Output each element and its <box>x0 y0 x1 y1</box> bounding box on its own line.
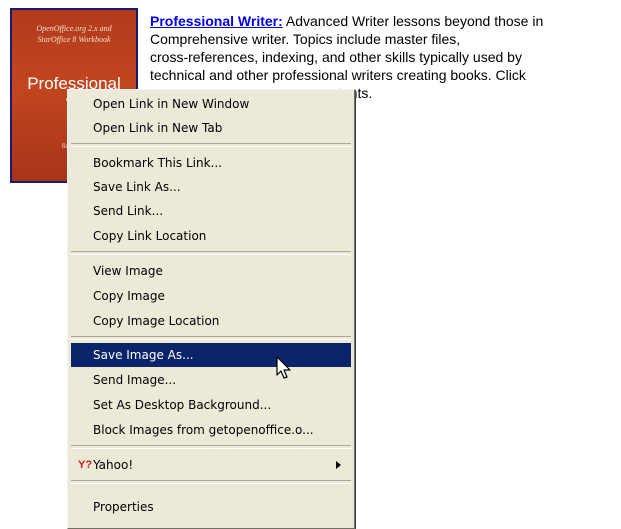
menu-separator <box>71 251 351 255</box>
menu-item-set-as-desktop-background[interactable]: Set As Desktop Background... <box>71 393 351 417</box>
menu-separator <box>71 480 351 484</box>
menu-item-yahoo[interactable]: Y? Yahoo! <box>71 453 351 477</box>
menu-item-block-images[interactable]: Block Images from getopenoffice.o... <box>71 418 351 442</box>
menu-item-copy-image-location[interactable]: Copy Image Location <box>71 309 351 333</box>
menu-item-send-image[interactable]: Send Image... <box>71 368 351 392</box>
mouse-pointer-icon <box>276 356 291 379</box>
menu-item-yahoo-label: Yahoo! <box>93 458 134 472</box>
menu-item-copy-image[interactable]: Copy Image <box>71 284 351 308</box>
menu-separator <box>71 143 351 147</box>
menu-separator <box>71 336 351 340</box>
menu-item-view-image[interactable]: View Image <box>71 259 351 283</box>
description-line-1: Professional Writer: Advanced Writer les… <box>150 12 616 30</box>
cover-subtitle-2: StarOffice 8 Workbook <box>37 35 111 44</box>
yahoo-icon: Y? <box>78 459 93 471</box>
menu-item-open-link-new-tab[interactable]: Open Link in New Tab <box>71 116 351 140</box>
submenu-arrow-icon <box>336 461 341 469</box>
description-line-1-text: Advanced Writer lessons beyond those in <box>282 13 544 29</box>
menu-item-save-link-as[interactable]: Save Link As... <box>71 175 351 199</box>
menu-item-save-image-as[interactable]: Save Image As... <box>71 343 351 367</box>
menu-item-open-link-new-window[interactable]: Open Link in New Window <box>71 92 351 116</box>
description-line-2: Comprehensive writer. Topics include mas… <box>150 31 461 47</box>
menu-item-copy-link-location[interactable]: Copy Link Location <box>71 224 351 248</box>
description-line-3: cross-references, indexing, and other sk… <box>150 49 522 65</box>
menu-separator <box>71 445 351 449</box>
cover-subtitle-1: OpenOffice.org 2.x and <box>36 24 112 33</box>
menu-item-bookmark-this-link[interactable]: Bookmark This Link... <box>71 151 351 175</box>
description-line-4: technical and other professional writers… <box>150 67 526 83</box>
menu-item-send-link[interactable]: Send Link... <box>71 199 351 223</box>
menu-item-properties[interactable]: Properties <box>71 495 351 519</box>
context-menu: Open Link in New Window Open Link in New… <box>67 89 355 529</box>
professional-writer-link[interactable]: Professional Writer: <box>150 13 283 29</box>
